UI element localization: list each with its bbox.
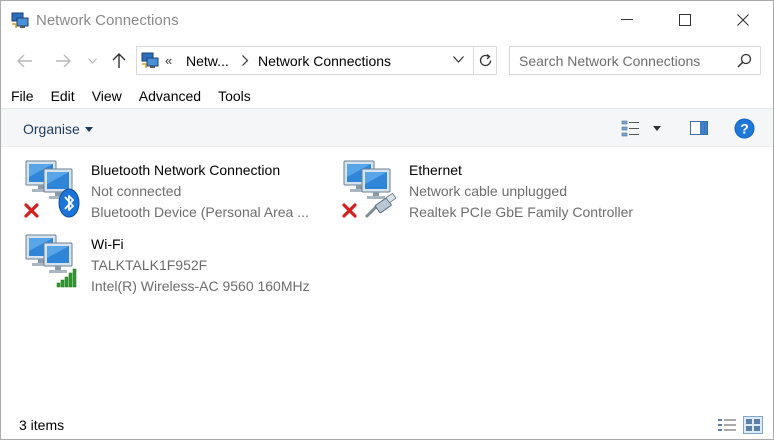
minimize-button[interactable]	[598, 1, 656, 39]
refresh-button[interactable]	[474, 46, 497, 75]
maximize-button[interactable]	[656, 1, 714, 39]
svg-text:?: ?	[740, 121, 749, 137]
menu-file[interactable]: File	[1, 85, 41, 107]
error-x-icon	[342, 203, 357, 218]
large-icons-view-icon[interactable]	[743, 416, 763, 434]
breadcrumb-overflow-button[interactable]: «	[165, 53, 172, 68]
connection-name: Ethernet	[409, 162, 462, 178]
menu-bar: File Edit View Advanced Tools	[1, 85, 773, 107]
forward-button[interactable]	[52, 50, 74, 72]
connection-device: Bluetooth Device (Personal Area ...	[91, 204, 309, 220]
breadcrumb-network[interactable]: Netw...	[186, 53, 229, 69]
navigation-bar: « Netw... Network Connections	[1, 41, 773, 79]
item-count: 3 items	[19, 417, 65, 433]
help-icon[interactable]: ?	[734, 118, 755, 139]
window-title: Network Connections	[36, 12, 179, 29]
organise-label: Organise	[23, 121, 80, 137]
connections-list: Bluetooth Network Connection Not connect…	[1, 148, 773, 406]
command-bar: Organise ?	[1, 108, 773, 147]
menu-view[interactable]: View	[82, 85, 129, 107]
breadcrumb-network-connections[interactable]: Network Connections	[258, 53, 391, 69]
address-bar[interactable]: « Netw... Network Connections	[136, 46, 474, 75]
connection-item-ethernet[interactable]: Ethernet Network cable unplugged Realtek…	[342, 159, 652, 221]
network-connections-window: Network Connections « Netw... Network Co…	[0, 0, 774, 440]
connection-device: Realtek PCIe GbE Family Controller	[409, 204, 634, 220]
connection-name: Wi-Fi	[91, 236, 124, 252]
change-view-icon[interactable]	[621, 119, 641, 138]
connection-status: TALKTALK1F952F	[91, 257, 208, 273]
caret-down-icon	[84, 126, 93, 132]
network-adapter-icon	[342, 160, 397, 219]
details-view-icon[interactable]	[718, 418, 736, 432]
recent-locations-button[interactable]	[84, 50, 100, 72]
forward-arrow-icon	[56, 54, 71, 68]
connection-item-bluetooth[interactable]: Bluetooth Network Connection Not connect…	[24, 159, 324, 221]
title-bar: Network Connections	[1, 1, 773, 39]
refresh-icon	[479, 53, 491, 67]
menu-tools[interactable]: Tools	[208, 85, 258, 107]
chevron-down-icon	[87, 58, 97, 64]
back-arrow-icon	[17, 54, 32, 68]
connection-name: Bluetooth Network Connection	[91, 162, 281, 178]
close-icon	[737, 14, 749, 26]
back-button[interactable]	[14, 50, 36, 72]
menu-advanced[interactable]: Advanced	[129, 85, 208, 107]
connection-status: Network cable unplugged	[409, 183, 567, 199]
organise-button[interactable]: Organise	[23, 121, 93, 137]
close-button[interactable]	[714, 1, 772, 39]
connection-item-wifi[interactable]: Wi-Fi TALKTALK1F952F Intel(R) Wireless-A…	[24, 233, 324, 295]
network-folder-icon	[11, 12, 29, 28]
maximize-icon	[679, 14, 691, 26]
bluetooth-icon	[58, 188, 80, 218]
chevron-right-icon[interactable]	[241, 55, 249, 66]
network-adapter-icon	[24, 160, 80, 218]
search-box[interactable]	[509, 46, 761, 75]
status-bar: 3 items	[1, 411, 773, 439]
minimize-icon	[621, 19, 633, 20]
connection-device: Intel(R) Wireless-AC 9560 160MHz	[91, 278, 310, 294]
search-icon[interactable]	[737, 53, 752, 68]
chevron-down-icon[interactable]	[453, 56, 464, 63]
network-folder-icon	[141, 52, 159, 68]
up-arrow-icon	[112, 53, 126, 68]
search-input[interactable]	[510, 47, 734, 74]
connection-status: Not connected	[91, 183, 182, 199]
menu-edit[interactable]: Edit	[41, 85, 82, 107]
up-button[interactable]	[108, 50, 130, 72]
caret-down-icon[interactable]	[653, 126, 661, 131]
network-adapter-icon	[25, 234, 77, 288]
error-x-icon	[24, 203, 39, 218]
preview-pane-icon[interactable]	[690, 121, 708, 135]
